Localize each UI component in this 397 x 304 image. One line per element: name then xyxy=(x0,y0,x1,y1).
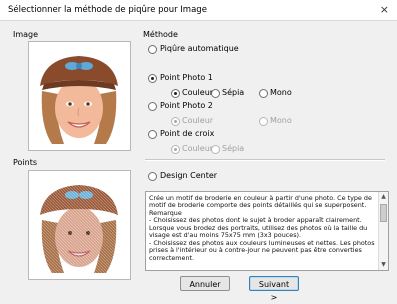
title-bar: Sélectionner la méthode de piqûre pour I… xyxy=(0,0,397,21)
scroll-thumb[interactable] xyxy=(380,204,387,222)
photo2-color-radio[interactable] xyxy=(171,117,180,126)
cross-sepia-label: Sépia xyxy=(222,144,245,153)
stitch-preview-image xyxy=(34,175,124,275)
cross-sepia-radio[interactable] xyxy=(211,145,220,154)
photo-stitch-1-radio[interactable] xyxy=(148,74,157,83)
points-section-label: Points xyxy=(13,158,38,167)
cross-stitch-label: Point de croix xyxy=(160,129,215,138)
design-center-label: Design Center xyxy=(160,171,218,180)
description-scrollbar[interactable]: ▲ ▼ xyxy=(378,192,388,270)
photo-stitch-2-label: Point Photo 2 xyxy=(160,101,213,110)
photo2-mono-label: Mono xyxy=(270,116,292,125)
portrait-photo xyxy=(34,46,124,146)
description-text: Crée un motif de broderie en couleur à p… xyxy=(149,194,375,262)
next-button[interactable]: Suivant > xyxy=(249,276,299,302)
scroll-down-icon[interactable]: ▼ xyxy=(380,261,387,269)
photo1-mono-radio[interactable] xyxy=(259,89,268,98)
window-title: Sélectionner la méthode de piqûre pour I… xyxy=(8,5,207,15)
points-preview xyxy=(28,170,131,280)
auto-stitch-label: Piqûre automatique xyxy=(160,44,239,53)
image-section-label: Image xyxy=(13,30,39,39)
description-textbox[interactable]: Crée un motif de broderie en couleur à p… xyxy=(145,191,389,271)
photo1-sepia-label: Sépia xyxy=(222,88,245,97)
photo-stitch-2-radio[interactable] xyxy=(148,102,157,111)
photo1-mono-label: Mono xyxy=(270,88,292,97)
design-center-radio[interactable] xyxy=(148,172,157,181)
image-preview xyxy=(28,41,131,151)
photo1-color-label: Couleur xyxy=(182,88,214,97)
method-divider xyxy=(145,159,385,161)
cross-color-radio[interactable] xyxy=(171,145,180,154)
method-label: Méthode xyxy=(143,30,178,39)
photo-stitch-1-label: Point Photo 1 xyxy=(160,73,213,82)
photo1-sepia-radio[interactable] xyxy=(211,89,220,98)
cancel-button[interactable]: Annuler xyxy=(180,276,230,291)
cross-color-label: Couleur xyxy=(182,144,214,153)
auto-stitch-radio[interactable] xyxy=(148,45,157,54)
scroll-up-icon[interactable]: ▲ xyxy=(380,193,387,201)
close-icon[interactable]: × xyxy=(380,3,389,17)
photo2-mono-radio[interactable] xyxy=(259,117,268,126)
cross-stitch-radio[interactable] xyxy=(148,130,157,139)
photo1-color-radio[interactable] xyxy=(171,89,180,98)
photo2-color-label: Couleur xyxy=(182,116,214,125)
